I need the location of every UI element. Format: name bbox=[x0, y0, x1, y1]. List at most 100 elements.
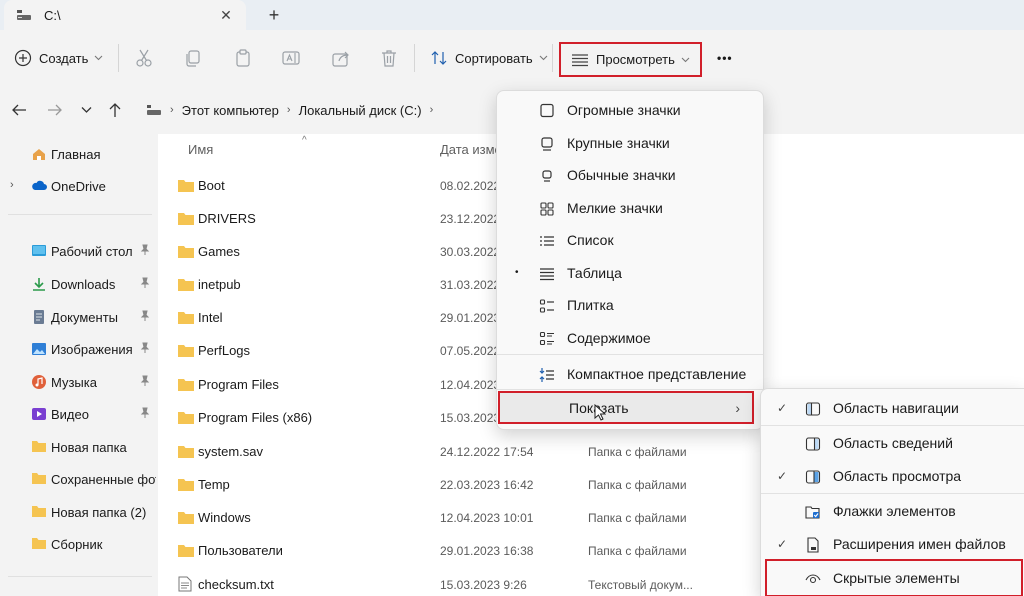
view-menu: Огромные значки Крупные значки Обычные з… bbox=[496, 90, 764, 430]
eye-icon bbox=[805, 571, 821, 587]
tiles-icon bbox=[539, 298, 555, 314]
menu-item-small-icons[interactable]: Мелкие значки bbox=[501, 192, 759, 224]
paste-icon[interactable] bbox=[232, 47, 254, 69]
chevron-right-icon: › bbox=[735, 400, 740, 416]
menu-item-label: Плитка bbox=[567, 297, 614, 313]
submenu-item-label: Область просмотра bbox=[833, 468, 962, 484]
address-bar[interactable]: › Этот компьютер › Локальный диск (C:) › bbox=[136, 94, 516, 126]
file-date: 22.03.2023 16:42 bbox=[440, 478, 534, 492]
file-date: 31.03.2022 bbox=[440, 278, 501, 292]
toolbar-divider bbox=[414, 44, 415, 72]
recent-locations-chevron-icon[interactable] bbox=[75, 100, 97, 120]
submenu-item-navigation-pane[interactable]: ✓ Область навигации bbox=[761, 392, 1024, 424]
menu-item-label: Обычные значки bbox=[567, 167, 676, 183]
tab-c-drive[interactable]: C:\ ✕ bbox=[4, 0, 246, 30]
sidebar-item-pictures[interactable]: Изображения bbox=[0, 336, 158, 362]
sidebar-item-label: OneDrive bbox=[51, 179, 106, 194]
sidebar-item-collection[interactable]: Сборник bbox=[0, 531, 158, 557]
sidebar-item-home[interactable]: Главная bbox=[0, 141, 158, 167]
delete-icon[interactable] bbox=[378, 47, 400, 69]
menu-item-tiles[interactable]: Плитка bbox=[501, 289, 759, 321]
submenu-item-item-checkboxes[interactable]: Флажки элементов bbox=[761, 495, 1024, 527]
file-name: Windows bbox=[198, 510, 251, 525]
close-tab-icon[interactable]: ✕ bbox=[216, 5, 236, 25]
breadcrumb-local-disk[interactable]: Локальный диск (C:) bbox=[299, 103, 422, 118]
submenu-item-preview-pane[interactable]: ✓ Область просмотра bbox=[761, 460, 1024, 492]
file-name: Temp bbox=[198, 477, 230, 492]
column-header-date[interactable]: Дата изме bbox=[440, 142, 502, 157]
pin-icon bbox=[140, 407, 150, 419]
file-name: DRIVERS bbox=[198, 211, 256, 226]
sidebar-item-saved-photos[interactable]: Сохраненные фото bbox=[0, 466, 158, 492]
show-submenu: ✓ Область навигации Область сведений ✓ О… bbox=[760, 388, 1024, 596]
menu-item-extra-large-icons[interactable]: Огромные значки bbox=[501, 94, 759, 126]
menu-item-large-icons[interactable]: Крупные значки bbox=[501, 127, 759, 159]
folder-icon bbox=[31, 439, 47, 455]
sidebar-item-videos[interactable]: Видео bbox=[0, 401, 158, 427]
menu-divider bbox=[761, 493, 1024, 494]
medium-icons-icon bbox=[539, 168, 555, 184]
folder-icon bbox=[178, 544, 194, 557]
new-tab-button[interactable]: + bbox=[262, 4, 286, 26]
pin-icon bbox=[140, 342, 150, 354]
menu-item-list[interactable]: Список bbox=[501, 224, 759, 256]
submenu-item-hidden-items[interactable]: Скрытые элементы bbox=[765, 559, 1023, 596]
menu-item-label: Список bbox=[567, 232, 614, 248]
back-arrow-icon[interactable] bbox=[8, 100, 30, 120]
file-date: 29.01.2023 bbox=[440, 311, 501, 325]
menu-divider bbox=[497, 389, 763, 390]
submenu-item-details-pane[interactable]: Область сведений bbox=[761, 427, 1024, 459]
file-name: Boot bbox=[198, 178, 225, 193]
list-icon bbox=[539, 233, 555, 249]
up-arrow-icon[interactable] bbox=[104, 100, 126, 120]
sidebar-divider bbox=[8, 214, 152, 215]
view-label: Просмотреть bbox=[596, 52, 675, 67]
file-name: inetpub bbox=[198, 277, 241, 292]
menu-item-compact-view[interactable]: Компактное представление bbox=[501, 358, 759, 390]
menu-item-details[interactable]: • Таблица bbox=[501, 257, 759, 289]
file-name: Intel bbox=[198, 310, 223, 325]
sidebar-item-onedrive[interactable]: › OneDrive bbox=[0, 173, 158, 199]
file-name: PerfLogs bbox=[198, 343, 251, 358]
folder-icon bbox=[178, 378, 194, 391]
share-icon[interactable] bbox=[330, 47, 352, 69]
menu-item-label: Мелкие значки bbox=[567, 200, 663, 216]
sidebar-item-downloads[interactable]: Downloads bbox=[0, 271, 158, 297]
forward-arrow-icon[interactable] bbox=[44, 100, 66, 120]
toolbar-divider bbox=[118, 44, 119, 72]
file-name: Program Files bbox=[198, 377, 279, 392]
sort-button[interactable]: Сортировать bbox=[430, 42, 548, 74]
sidebar-item-new-folder[interactable]: Новая папка bbox=[0, 434, 158, 460]
file-name: Пользователи bbox=[198, 543, 283, 558]
create-button[interactable]: Создать bbox=[14, 42, 103, 74]
sidebar-item-label: Новая папка (2) bbox=[51, 505, 147, 520]
menu-divider bbox=[761, 425, 1024, 426]
menu-item-content[interactable]: Содержимое bbox=[501, 322, 759, 354]
folder-icon bbox=[178, 212, 194, 225]
rename-icon[interactable] bbox=[280, 47, 302, 69]
sidebar-item-label: Сборник bbox=[51, 537, 103, 552]
submenu-item-file-name-extensions[interactable]: ✓ Расширения имен файлов bbox=[761, 528, 1024, 560]
navigation-pane: Главная › OneDrive Рабочий стол Download… bbox=[0, 134, 158, 596]
column-header-label: Имя bbox=[188, 142, 214, 157]
column-header-name[interactable]: Имя bbox=[188, 142, 213, 157]
cut-icon[interactable] bbox=[133, 47, 155, 69]
breadcrumb-separator: › bbox=[170, 104, 174, 116]
expand-chevron-icon[interactable]: › bbox=[10, 179, 14, 191]
folder-icon bbox=[31, 471, 47, 487]
sidebar-item-music[interactable]: Музыка bbox=[0, 369, 158, 395]
sidebar-item-documents[interactable]: Документы bbox=[0, 304, 158, 330]
file-date: 15.03.2023 9:26 bbox=[440, 578, 527, 592]
breadcrumb-this-pc[interactable]: Этот компьютер bbox=[182, 103, 279, 118]
sidebar-item-new-folder-2[interactable]: Новая папка (2) bbox=[0, 499, 158, 525]
copy-icon[interactable] bbox=[182, 47, 204, 69]
menu-item-medium-icons[interactable]: Обычные значки bbox=[501, 159, 759, 191]
menu-item-show[interactable]: Показать › bbox=[498, 391, 754, 424]
more-options-button[interactable]: ••• bbox=[717, 42, 733, 74]
view-button[interactable]: Просмотреть bbox=[559, 42, 702, 77]
folder-icon bbox=[178, 511, 194, 524]
sidebar-item-desktop[interactable]: Рабочий стол bbox=[0, 238, 158, 264]
navigation-pane-icon bbox=[805, 401, 821, 417]
details-pane-icon bbox=[805, 436, 821, 452]
file-date: 15.03.2023 bbox=[440, 411, 501, 425]
